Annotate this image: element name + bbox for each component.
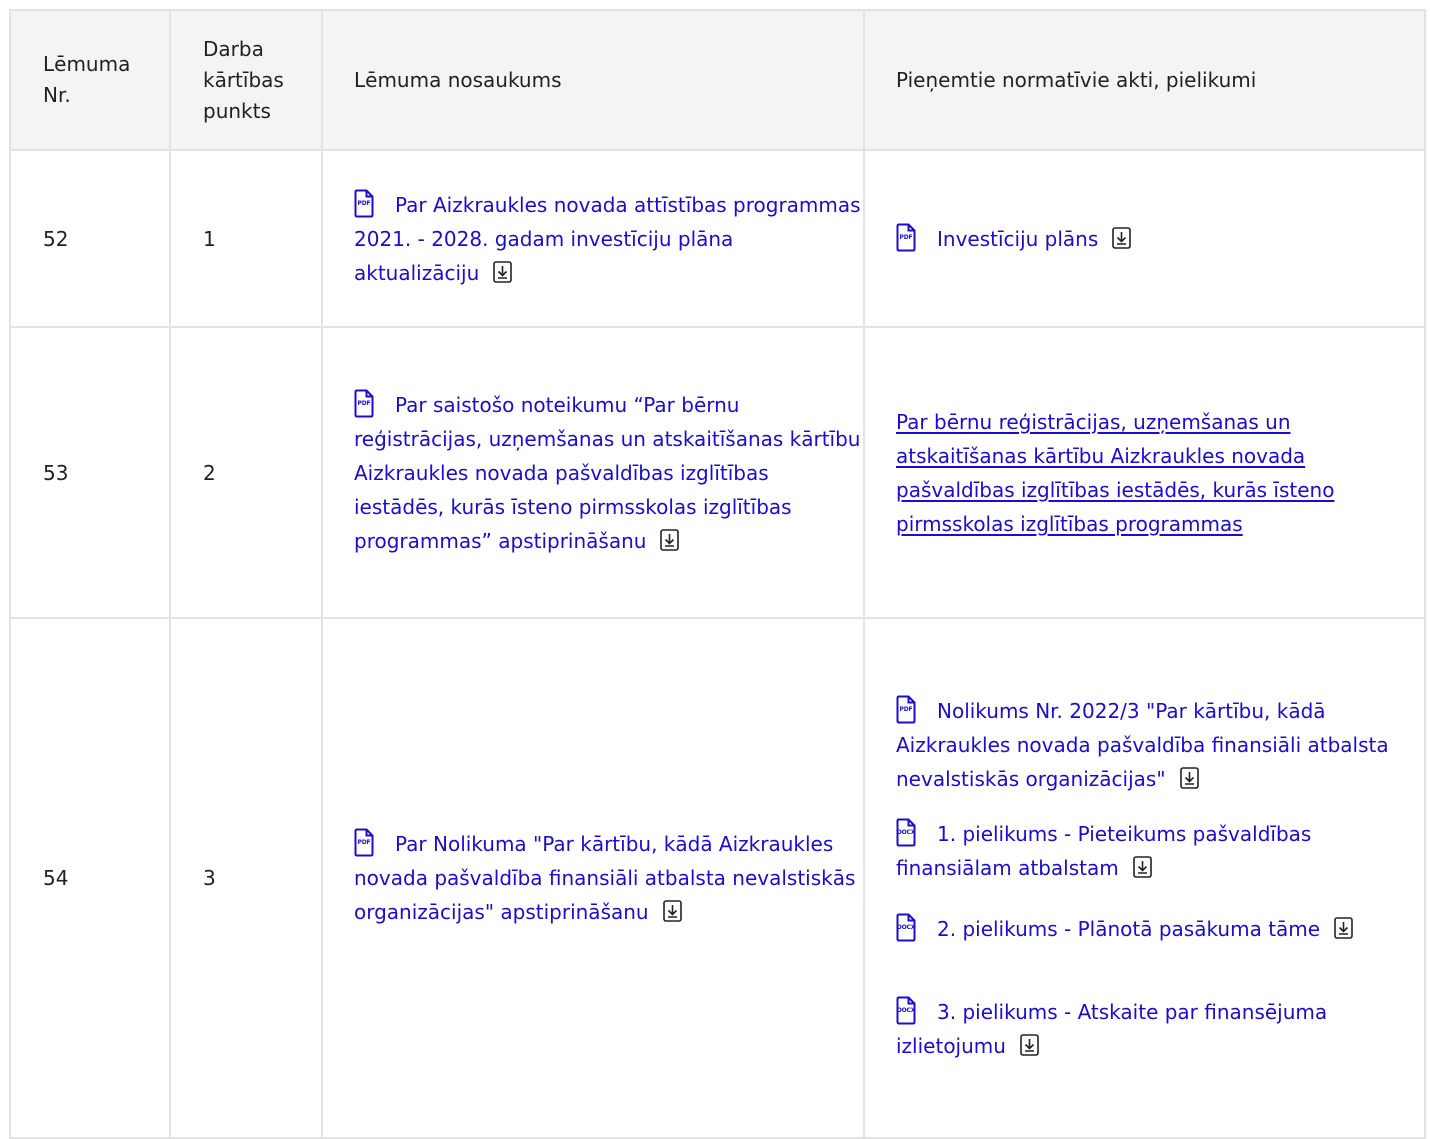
table-row: 54 3 PDF Par Nolikuma "Par kārtību, kādā…: [9, 617, 1426, 1139]
header-agenda-item: Darba kārtības punkts: [169, 9, 323, 151]
agenda-item-number: 1: [169, 149, 323, 328]
attachment-link[interactable]: PDF Investīciju plāns: [896, 222, 1414, 256]
download-icon: [662, 898, 682, 922]
file-document-icon: DOCX: [896, 996, 916, 1025]
decision-title-cell: PDF Par Nolikuma "Par kārtību, kādā Aizk…: [321, 617, 865, 1139]
regulation-link-text: Par bērnu reģistrācijas, uzņemšanas un a…: [896, 409, 1335, 536]
table-row: 53 2 PDF Par saistošo noteikumu “Par bēr…: [9, 326, 1426, 619]
table-row: 52 1 PDF Par Aizkraukles novada attīstīb…: [9, 149, 1426, 328]
attachment-title-text: 2. pielikums - Plānotā pasākuma tāme: [937, 916, 1321, 941]
decision-document-link[interactable]: PDF Par Aizkraukles novada attīstības pr…: [354, 188, 863, 290]
attachment-title-text: 3. pielikums - Atskaite par finansējuma …: [896, 999, 1328, 1058]
download-icon: [1112, 225, 1132, 249]
decision-number: 54: [9, 617, 171, 1139]
header-adopted-acts: Pieņemtie normatīvie akti, pielikumi: [863, 9, 1426, 151]
decision-title-cell: PDF Par Aizkraukles novada attīstības pr…: [321, 149, 865, 328]
file-document-icon: PDF: [354, 189, 374, 218]
regulation-link[interactable]: Par bērnu reģistrācijas, uzņemšanas un a…: [896, 405, 1414, 541]
download-icon: [1179, 765, 1199, 789]
adopted-acts-cell: PDF Investīciju plāns: [863, 149, 1426, 328]
download-icon: [493, 259, 513, 283]
attachment-link[interactable]: DOCX 1. pielikums - Pieteikums pašvaldīb…: [896, 817, 1414, 885]
attachment-link[interactable]: DOCX 2. pielikums - Plānotā pasākuma tām…: [896, 912, 1414, 946]
adopted-acts-cell: Par bērnu reģistrācijas, uzņemšanas un a…: [863, 326, 1426, 619]
decision-number: 52: [9, 149, 171, 328]
attachment-link[interactable]: DOCX 3. pielikums - Atskaite par finansē…: [896, 995, 1414, 1063]
decision-number: 53: [9, 326, 171, 619]
decision-document-link[interactable]: PDF Par Nolikuma "Par kārtību, kādā Aizk…: [354, 827, 863, 929]
file-document-icon: DOCX: [896, 818, 916, 847]
download-icon: [1020, 1032, 1039, 1056]
attachment-title-text: Investīciju plāns: [937, 226, 1099, 251]
attachment-title-text: 1. pielikums - Pieteikums pašvaldības fi…: [896, 821, 1312, 880]
decision-title-text: Par Nolikuma "Par kārtību, kādā Aizkrauk…: [354, 832, 856, 924]
adopted-acts-cell: PDF Nolikums Nr. 2022/3 "Par kārtību, kā…: [863, 617, 1426, 1139]
decision-document-link[interactable]: PDF Par saistošo noteikumu “Par bērnu re…: [354, 388, 863, 558]
header-decision-title: Lēmuma nosaukums: [321, 9, 865, 151]
decision-title-text: Par Aizkraukles novada attīstības progra…: [354, 192, 861, 285]
decisions-table: Lēmuma Nr. Darba kārtības punkts Lēmuma …: [9, 9, 1426, 1139]
agenda-item-number: 3: [169, 617, 323, 1139]
header-decision-no: Lēmuma Nr.: [9, 9, 171, 151]
attachment-link[interactable]: PDF Nolikums Nr. 2022/3 "Par kārtību, kā…: [896, 694, 1414, 796]
download-icon: [660, 527, 680, 551]
download-icon: [1334, 915, 1353, 939]
file-document-icon: DOCX: [896, 913, 916, 942]
table-header-row: Lēmuma Nr. Darba kārtības punkts Lēmuma …: [9, 9, 1426, 151]
file-document-icon: PDF: [354, 389, 374, 418]
file-document-icon: PDF: [896, 223, 916, 252]
agenda-item-number: 2: [169, 326, 323, 619]
download-icon: [1132, 854, 1152, 878]
decision-title-cell: PDF Par saistošo noteikumu “Par bērnu re…: [321, 326, 865, 619]
file-document-icon: PDF: [896, 695, 916, 724]
attachment-title-text: Nolikums Nr. 2022/3 "Par kārtību, kādā A…: [896, 698, 1389, 791]
file-document-icon: PDF: [354, 828, 374, 857]
decision-title-text: Par saistošo noteikumu “Par bērnu reģist…: [354, 392, 861, 553]
